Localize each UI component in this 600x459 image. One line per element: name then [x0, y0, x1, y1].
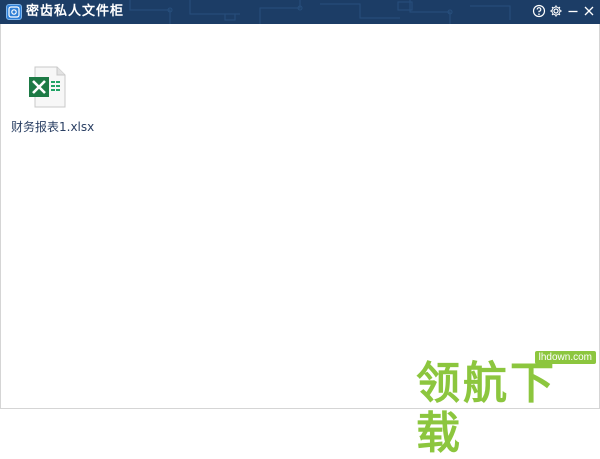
- help-button[interactable]: [532, 4, 548, 20]
- minimize-icon: [568, 10, 578, 13]
- close-button[interactable]: [582, 4, 598, 20]
- watermark-logo-text: 领航下载: [416, 358, 557, 459]
- file-item[interactable]: 财务报表1.xlsx: [11, 64, 95, 134]
- app-logo-icon: [6, 4, 22, 20]
- close-icon: [584, 6, 594, 16]
- help-icon: [532, 4, 546, 18]
- watermark: lhdown.com 领航下载: [414, 349, 600, 459]
- window-title: 密齿私人文件柜: [26, 4, 125, 19]
- title-bar: 密齿私人文件柜: [0, 0, 600, 24]
- excel-file-icon: [29, 66, 66, 108]
- minimize-button[interactable]: [566, 4, 582, 20]
- settings-button[interactable]: [549, 4, 565, 20]
- settings-icon: [550, 5, 562, 17]
- file-name-label: 财务报表1.xlsx: [11, 120, 95, 134]
